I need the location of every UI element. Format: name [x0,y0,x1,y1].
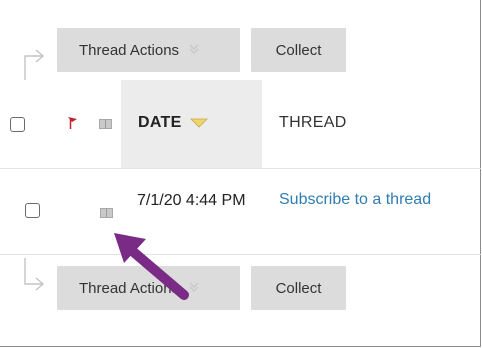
thread-subject-link[interactable]: Subscribe to a thread [279,191,431,209]
row-checkbox[interactable] [25,203,40,218]
date-column-header[interactable]: DATE [138,114,209,132]
thread-actions-button[interactable]: Thread Actions [57,28,240,72]
header-divider [0,168,481,169]
collect-button[interactable]: Collect [251,28,346,72]
unread-mail-icon[interactable] [99,119,112,129]
select-all-checkbox[interactable] [10,117,25,132]
collect-button-bottom[interactable]: Collect [251,266,346,310]
corner-arrow-icon [24,258,45,291]
sort-down-icon [190,118,209,128]
corner-arrow-icon [24,49,45,80]
collect-label: Collect [275,41,322,59]
flag-icon[interactable] [66,115,78,131]
post-date: 7/1/20 4:44 PM [137,192,246,209]
annotation-arrow [114,233,189,300]
row-divider [0,254,481,255]
collect-label: Collect [275,279,322,297]
date-header-label: DATE [138,114,182,131]
thread-actions-label: Thread Actions [79,41,180,59]
chevron-down-icon [188,43,200,58]
thread-column-header[interactable]: THREAD [279,114,347,132]
